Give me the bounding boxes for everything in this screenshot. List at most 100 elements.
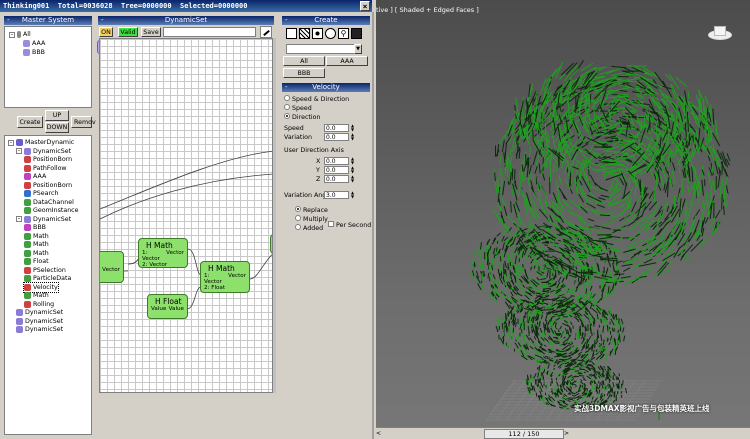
picker-icon[interactable] xyxy=(260,26,272,38)
window-titlebar: Thinking001 Total=0036028 Tree=0000000 S… xyxy=(0,0,372,12)
viewcube-icon[interactable] xyxy=(706,24,734,46)
radio-icon xyxy=(295,224,301,230)
chevron-down-icon[interactable]: ▼ xyxy=(354,44,362,54)
operator-icon xyxy=(24,292,31,299)
down-button[interactable]: DOWN xyxy=(45,122,69,133)
h-math-node-2[interactable]: H Math 1: Vector Vector 2: Float xyxy=(200,261,250,293)
mode-direction[interactable]: Direction xyxy=(284,113,320,121)
mode-speed-direction[interactable]: Speed & Direction xyxy=(284,95,349,103)
cube-icon[interactable] xyxy=(351,28,362,39)
canvas-scrollbar[interactable] xyxy=(273,38,276,393)
variation-angle-spinner[interactable]: ▲ ▼ xyxy=(350,191,355,199)
per-second-checkbox[interactable]: Per Second xyxy=(328,221,371,229)
dynamicset-header[interactable]: - DynamicSet xyxy=(98,16,274,25)
all-button[interactable]: All xyxy=(283,56,325,66)
operator-icon xyxy=(16,326,23,333)
operator-icon xyxy=(24,266,31,274)
burst-icon[interactable] xyxy=(312,28,323,39)
speed-field[interactable]: 0.0 xyxy=(324,124,349,132)
dynamicset-name-field[interactable] xyxy=(163,27,256,37)
operator-icon xyxy=(24,283,31,291)
expand-toggle-icon[interactable]: - xyxy=(8,139,14,146)
variation-field[interactable]: 0.0 xyxy=(324,133,349,141)
tree-item-all[interactable]: - All xyxy=(9,30,31,39)
operator-icon xyxy=(16,317,23,325)
category-dropdown[interactable] xyxy=(286,44,362,54)
expand-toggle-icon[interactable]: - xyxy=(16,148,22,154)
gear-icon[interactable] xyxy=(325,28,336,39)
particle-icon[interactable] xyxy=(286,28,297,39)
radio-icon xyxy=(295,206,301,212)
tree-count: Tree=0000000 xyxy=(121,2,172,10)
master-system-header[interactable]: - Master System xyxy=(4,16,92,25)
blend-replace[interactable]: Replace xyxy=(295,206,328,214)
operator-icon xyxy=(24,224,31,231)
close-button[interactable]: × xyxy=(360,1,370,11)
operator-tree[interactable]: - MasterDynamic - DynamicSet PositionBorn Pat… xyxy=(4,135,92,435)
variation-label: Variation xyxy=(284,134,312,141)
velocity-header[interactable]: - Velocity xyxy=(282,83,370,92)
math-node-partial[interactable]: Vector xyxy=(100,251,124,283)
variation-angle-field[interactable]: 3.0 xyxy=(324,191,349,199)
system-icon xyxy=(23,40,30,47)
expand-toggle-icon[interactable]: - xyxy=(16,216,22,222)
chevron-left-icon[interactable]: < xyxy=(376,430,381,437)
user-direction-axis-label: User Direction Axis xyxy=(284,147,344,154)
operator-icon xyxy=(24,275,31,282)
bbb-button[interactable]: BBB xyxy=(283,68,325,78)
speed-label: Speed xyxy=(284,125,304,132)
time-slider-thumb[interactable]: 112 / 150 xyxy=(484,429,564,439)
expand-toggle-icon[interactable]: - xyxy=(9,31,15,38)
system-icon xyxy=(23,49,30,56)
create-button[interactable]: Create xyxy=(17,116,43,128)
remove-button[interactable]: Remov xyxy=(71,116,96,128)
on-toggle[interactable]: ON xyxy=(99,27,113,37)
operator-icon xyxy=(24,198,31,206)
x-field[interactable]: 0.0 xyxy=(324,157,349,165)
3d-viewport[interactable]: tive ] [ Shaded + Edged Faces ] 实战3DMAX影… xyxy=(376,0,750,439)
z-spinner[interactable]: ▲ ▼ xyxy=(350,175,355,183)
y-spinner[interactable]: ▲ ▼ xyxy=(350,166,355,174)
speed-spinner[interactable]: ▲ ▼ xyxy=(350,124,355,132)
master-system-tree[interactable]: - All AAA BBB xyxy=(4,26,92,108)
operator-icon xyxy=(24,147,31,155)
mode-speed[interactable]: Speed xyxy=(284,104,312,112)
radio-icon xyxy=(284,113,290,119)
x-spinner[interactable]: ▲ ▼ xyxy=(350,157,355,165)
valid-toggle[interactable]: Valid xyxy=(118,27,138,37)
operator-icon xyxy=(16,309,23,316)
blend-added[interactable]: Added xyxy=(295,224,323,232)
node-graph-canvas[interactable]: Vector H Math 1: Vector Vector 2: Vector … xyxy=(99,38,273,393)
h-float-node[interactable]: H Float Value Value xyxy=(147,294,188,319)
radio-icon xyxy=(295,215,301,221)
tree-item-bbb[interactable]: BBB xyxy=(23,48,45,57)
h-math-node[interactable]: H Math 1: Vector Vector 2: Vector xyxy=(138,238,188,268)
command-panel: - Create ⚲ ▼ All AAA BBB - Velocity Speed … xyxy=(278,12,374,439)
y-label: Y xyxy=(316,167,320,174)
time-slider[interactable]: 112 / 150 > < xyxy=(376,427,750,439)
aaa-button[interactable]: AAA xyxy=(326,56,368,66)
up-button[interactable]: UP xyxy=(45,110,69,121)
left-panel: - Master System - All AAA BBB Create UP DO… xyxy=(0,12,96,439)
tree-item-aaa[interactable]: AAA xyxy=(23,39,45,48)
selected-count: Selected=0000000 xyxy=(180,2,248,10)
operator-icon xyxy=(24,215,31,223)
operator-icon xyxy=(24,207,31,214)
blend-multiply[interactable]: Multiply xyxy=(295,215,328,223)
radio-icon xyxy=(284,104,290,110)
chevron-right-icon[interactable]: > xyxy=(564,430,569,437)
operator-tree-item[interactable]: DynamicSet xyxy=(16,325,63,334)
save-button[interactable]: Save xyxy=(141,27,161,37)
variation-spinner[interactable]: ▲ ▼ xyxy=(350,133,355,141)
create-header[interactable]: - Create xyxy=(282,16,370,25)
x-label: X xyxy=(316,158,321,165)
search-icon[interactable]: ⚲ xyxy=(338,28,349,39)
z-field[interactable]: 0.0 xyxy=(324,175,349,183)
particle-swarm xyxy=(471,60,731,411)
operator-icon xyxy=(24,232,31,240)
operator-label: DynamicSet xyxy=(25,326,64,333)
grid-icon[interactable] xyxy=(299,28,310,39)
operator-icon xyxy=(24,164,31,172)
operator-icon xyxy=(16,139,23,146)
y-field[interactable]: 0.0 xyxy=(324,166,349,174)
